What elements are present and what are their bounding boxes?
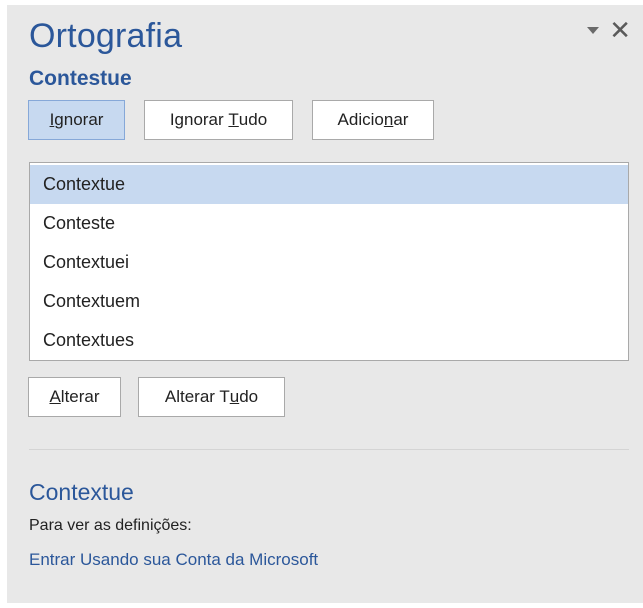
suggestion-item[interactable]: Contextuem	[30, 282, 628, 321]
suggestion-item[interactable]: Contextues	[30, 321, 628, 360]
spelling-pane: Ortografia ✕ Contestue Ignorar Ignorar T…	[7, 5, 643, 603]
suggestion-item[interactable]: Conteste	[30, 204, 628, 243]
change-all-label-key: u	[229, 387, 240, 406]
change-all-button[interactable]: Alterar Tu do	[138, 377, 285, 417]
section-divider	[29, 449, 629, 450]
ignore-label-post: gnorar	[54, 110, 104, 129]
ignore-all-label-pre: Ignorar	[169, 110, 229, 129]
pane-controls: ✕	[587, 17, 631, 43]
pane-title: Ortografia	[29, 17, 183, 55]
ignore-button[interactable]: Ignorar	[28, 100, 125, 140]
add-label-key: n	[383, 110, 394, 129]
ignore-all-label-post: udo	[238, 110, 268, 129]
change-all-label-pre: Alterar T	[164, 387, 230, 406]
add-label-pre: Adicio	[337, 110, 384, 129]
ignore-all-label-key: T	[228, 110, 239, 129]
ignore-all-button[interactable]: Ignorar Tudo	[144, 100, 293, 140]
definition-word: Contextue	[29, 479, 134, 505]
add-label-post: ar	[393, 110, 409, 129]
change-label-key: A	[49, 387, 61, 406]
misspelled-word: Contestue	[29, 67, 132, 90]
add-button[interactable]: Adicio n ar	[312, 100, 434, 140]
close-icon[interactable]: ✕	[609, 17, 631, 43]
definition-label: Para ver as definições:	[29, 517, 192, 534]
change-label-post: lterar	[60, 387, 100, 406]
sign-in-link[interactable]: Entrar Usando sua Conta da Microsoft	[29, 550, 318, 570]
suggestions-list[interactable]: Contextue Conteste Contextuei Contextuem…	[29, 162, 629, 361]
change-button[interactable]: Alterar	[28, 377, 121, 417]
change-all-label-post: do	[239, 387, 259, 406]
pane-options-icon[interactable]	[587, 26, 600, 34]
suggestion-item[interactable]: Contextuei	[30, 243, 628, 282]
suggestion-item[interactable]: Contextue	[30, 165, 628, 204]
